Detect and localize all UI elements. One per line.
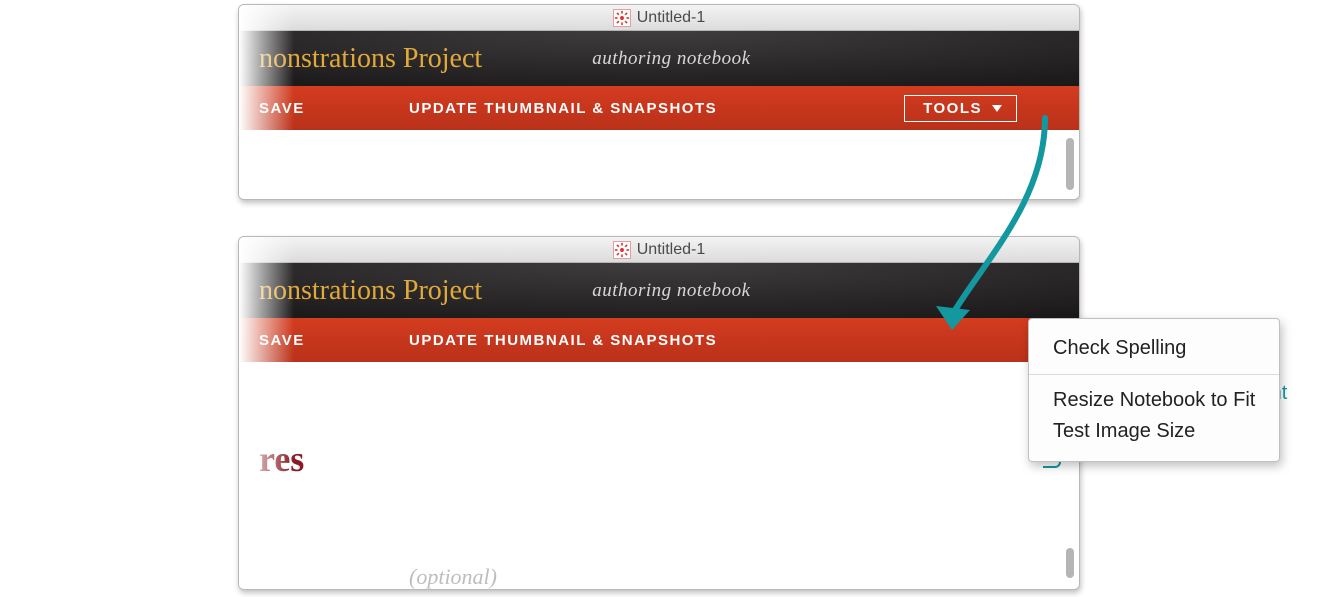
optional-label: (optional) <box>409 564 497 590</box>
project-title: nonstrations Project <box>239 43 482 75</box>
titlebar: Untitled-1 <box>239 237 1079 263</box>
content-area-top <box>239 130 1079 199</box>
window-bottom: Untitled-1 nonstrations Project authorin… <box>238 236 1080 590</box>
window-title: Untitled-1 <box>637 241 705 259</box>
tools-button-label: TOOLS <box>923 100 982 117</box>
menu-item-check-spelling[interactable]: Check Spelling <box>1053 333 1255 364</box>
header-strip: nonstrations Project authoring notebook <box>239 31 1079 86</box>
window-title: Untitled-1 <box>637 9 705 27</box>
content-area-bottom: res (optional) <box>239 362 1079 589</box>
toolbar: SAVE UPDATE THUMBNAIL & SNAPSHOTS TOOLS <box>239 86 1079 130</box>
notebook-app-icon <box>613 241 631 259</box>
header-subtitle: authoring notebook <box>482 48 1079 70</box>
scrollbar-thumb[interactable] <box>1066 548 1074 578</box>
chevron-down-icon <box>992 105 1002 112</box>
save-button[interactable]: SAVE <box>239 100 409 117</box>
window-top: Untitled-1 nonstrations Project authorin… <box>238 4 1080 200</box>
titlebar: Untitled-1 <box>239 5 1079 31</box>
section-heading: res <box>239 438 304 480</box>
tools-dropdown-button[interactable]: TOOLS <box>904 95 1017 122</box>
header-subtitle: authoring notebook <box>482 280 1079 302</box>
save-button[interactable]: SAVE <box>239 332 409 349</box>
header-strip: nonstrations Project authoring notebook <box>239 263 1079 318</box>
update-thumbnail-button[interactable]: UPDATE THUMBNAIL & SNAPSHOTS <box>409 332 717 349</box>
scrollbar-thumb[interactable] <box>1066 138 1074 190</box>
notebook-app-icon <box>613 9 631 27</box>
update-thumbnail-button[interactable]: UPDATE THUMBNAIL & SNAPSHOTS <box>409 100 717 117</box>
toolbar: SAVE UPDATE THUMBNAIL & SNAPSHOTS <box>239 318 1079 362</box>
menu-item-test-image-size[interactable]: Test Image Size <box>1053 416 1255 447</box>
menu-item-resize-notebook[interactable]: Resize Notebook to Fit <box>1053 385 1255 416</box>
menu-separator <box>1029 374 1279 375</box>
project-title: nonstrations Project <box>239 275 482 307</box>
tools-dropdown-menu: Check Spelling Resize Notebook to Fit Te… <box>1028 318 1280 462</box>
